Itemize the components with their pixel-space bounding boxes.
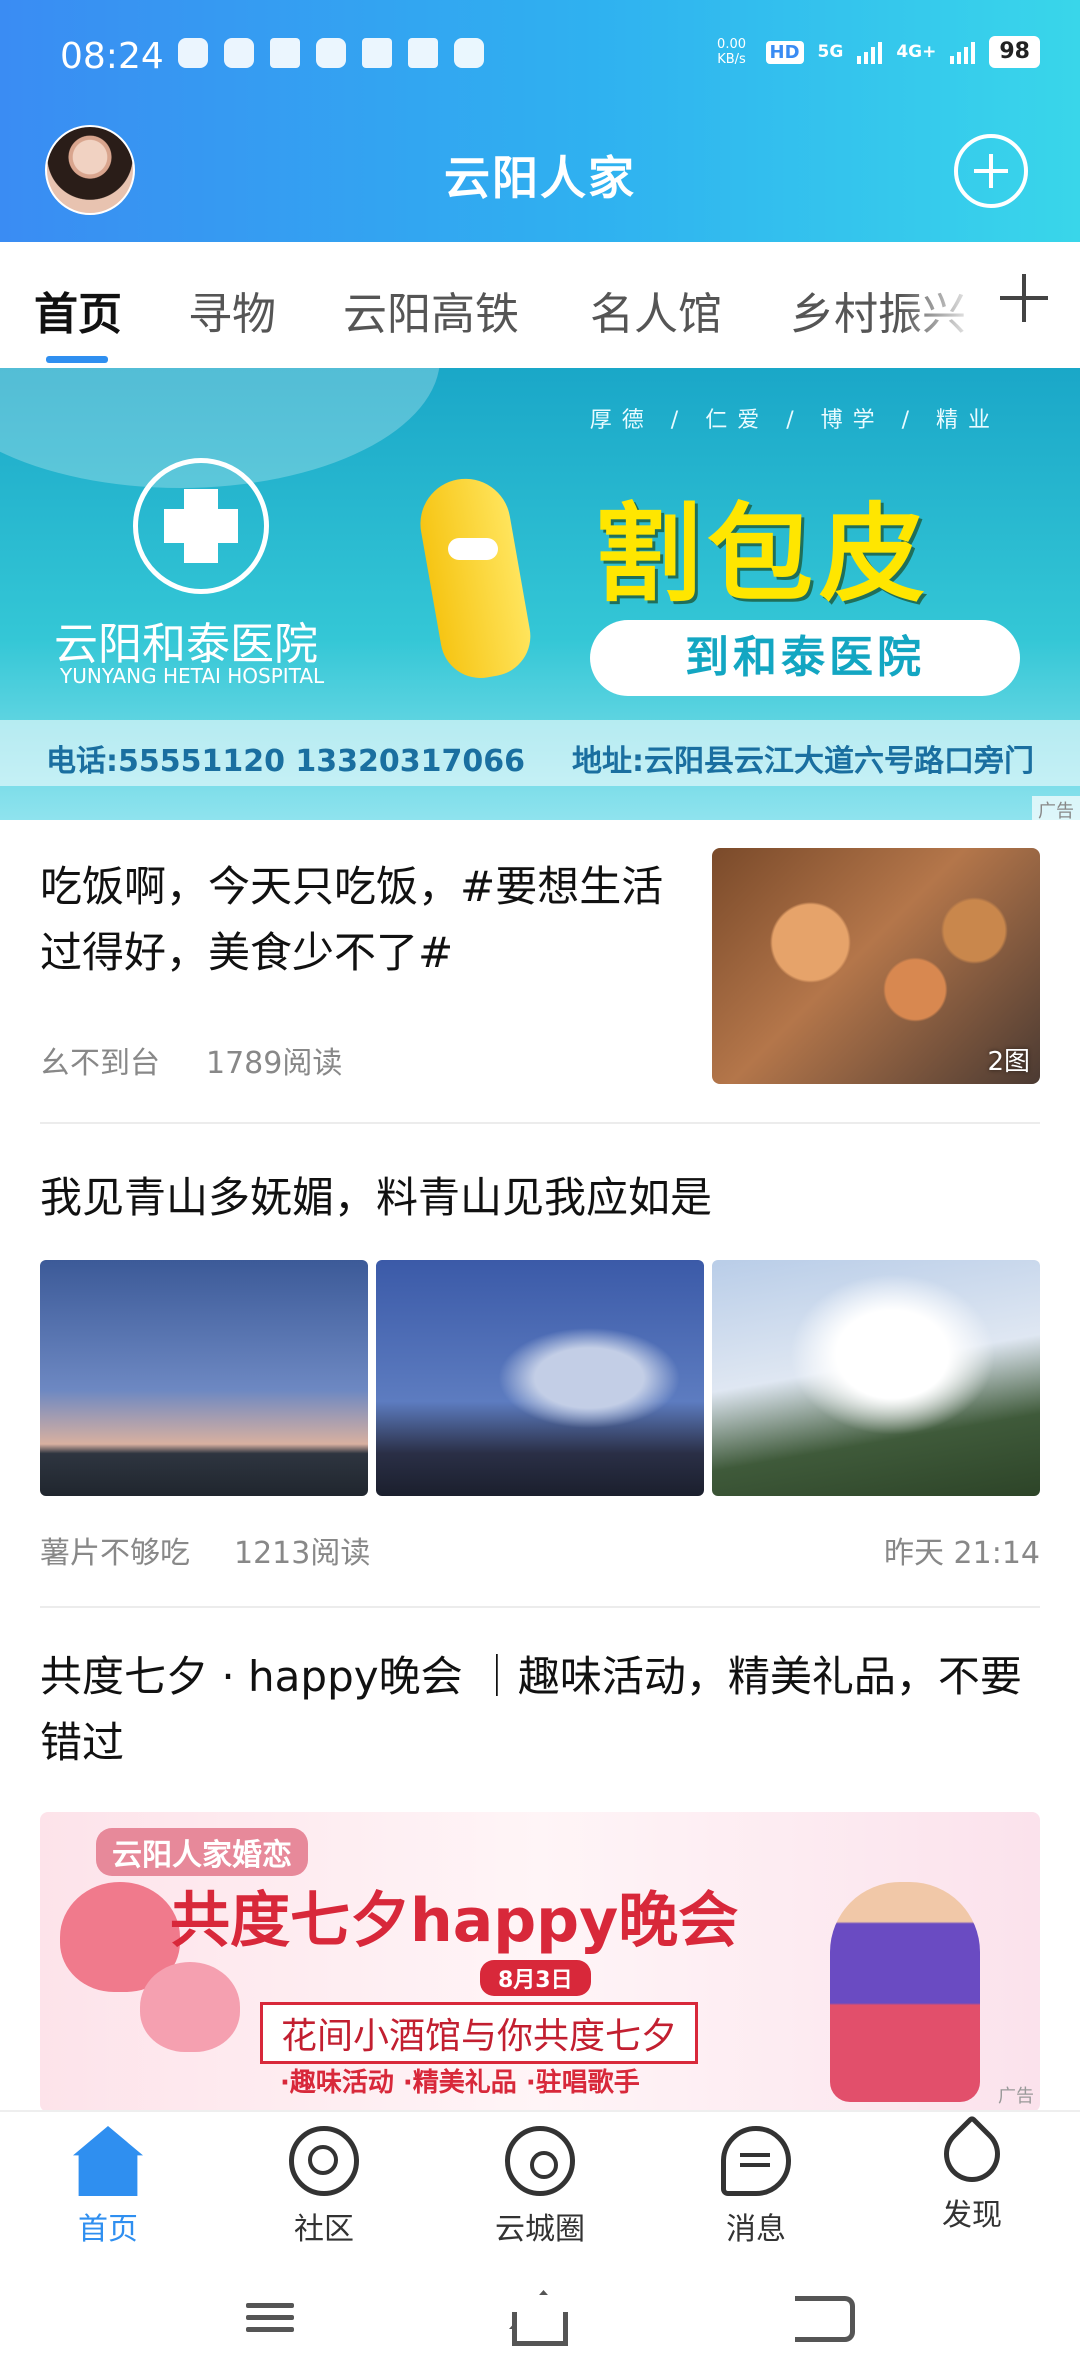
ad-slogan: 厚德 / 仁爱 / 博学 / 精业 [589, 408, 1000, 433]
nav-messages[interactable]: 消息 [676, 2126, 836, 2248]
hospital-name: 云阳和泰医院 [54, 619, 318, 670]
ad-phone: 电话:55551120 13320317066 [46, 744, 526, 779]
wechat-icon [178, 38, 208, 68]
image-count-badge: 2图 [987, 1047, 1030, 1077]
hospital-ad-banner[interactable]: 厚德 / 仁爱 / 博学 / 精业 云阳和泰医院 YUNYANG HETAI H… [0, 368, 1080, 820]
app-header: 08:24 0.00 KB/s HD 5G 4G+ 98 云阳人家 [0, 0, 1080, 242]
recent-apps-button[interactable] [240, 2296, 300, 2342]
status-right: 0.00 KB/s HD 5G 4G+ 98 [712, 36, 1040, 68]
add-channel-icon[interactable] [998, 272, 1050, 324]
couple-illustration [830, 1882, 980, 2102]
nav-cloud-circle[interactable]: 云城圈 [460, 2126, 620, 2248]
status-time: 08:24 [60, 36, 164, 77]
app-notification-icon [362, 38, 392, 68]
event-bullets: ·趣味活动 ·精美礼品 ·驻唱歌手 [280, 2068, 640, 2098]
notification-icons [178, 38, 484, 68]
rocket-icon [932, 2114, 1012, 2194]
post-image[interactable] [40, 1260, 368, 1496]
ad-headline: 割包皮 [595, 493, 931, 616]
net-speed: 0.00 KB/s [712, 37, 752, 67]
event-headline: 共度七夕happy晚会 [170, 1886, 739, 1956]
signal-bars-icon [950, 40, 976, 64]
nav-home[interactable]: 首页 [28, 2126, 188, 2248]
chat-bubble-icon [721, 2126, 791, 2196]
hospital-cross-logo-icon [133, 458, 269, 594]
post-time: 昨天 21:14 [884, 1536, 1040, 1571]
post-title[interactable]: 吃饭啊，今天只吃饭，#要想生活过得好，美食少不了# [40, 854, 680, 986]
post-thumbnail[interactable]: 2图 [712, 848, 1040, 1084]
sync-icon [454, 38, 484, 68]
mascot-eyes-icon [448, 538, 498, 560]
nav-discover[interactable]: 发现 [892, 2114, 1052, 2234]
post-author[interactable]: 薯片不够吃 [40, 1528, 190, 1572]
nav-label: 首页 [78, 2212, 138, 2247]
post-feed: 吃饭啊，今天只吃饭，#要想生活过得好，美食少不了# 幺不到台 1789阅读 2图… [0, 820, 1080, 2110]
nav-label: 消息 [726, 2212, 786, 2247]
post-image[interactable] [376, 1260, 704, 1496]
divider [40, 1122, 1040, 1124]
hospital-name-en: YUNYANG HETAI HOSPITAL [60, 664, 325, 688]
nav-label: 发现 [942, 2198, 1002, 2233]
post-author[interactable]: 幺不到台 [40, 1038, 160, 1082]
event-subtitle: 花间小酒馆与你共度七夕 [260, 2002, 699, 2064]
post-image[interactable] [712, 1260, 1040, 1496]
community-icon [289, 2126, 359, 2196]
app-title: 云阳人家 [444, 151, 636, 205]
net-speed-unit: KB/s [717, 52, 746, 67]
heart-decoration-icon [140, 1962, 240, 2052]
banana-mascot-icon [413, 471, 537, 685]
nav-label: 社区 [294, 2212, 354, 2247]
ad-subheadline: 到和泰医院 [590, 620, 1020, 696]
compass-icon [224, 38, 254, 68]
tab-lost-found[interactable]: 寻物 [188, 278, 276, 342]
status-bar: 08:24 0.00 KB/s HD 5G 4G+ 98 [0, 0, 1080, 115]
post-read-count: 1213阅读 [234, 1536, 371, 1571]
post-title[interactable]: 共度七夕 · happy晚会 ｜趣味活动，精美礼品，不要错过 [40, 1644, 1040, 1776]
planet-icon [505, 2126, 575, 2196]
event-date: 8月3日 [480, 1960, 591, 1996]
active-tab-indicator [46, 356, 108, 363]
tiktok-icon [316, 38, 346, 68]
system-home-button[interactable] [512, 2312, 568, 2346]
ad-label: 广告 [998, 2086, 1034, 2107]
channel-tabs: 首页 寻物 云阳高铁 名人馆 乡村振兴 [0, 242, 1080, 368]
ad-label: 广告 [1032, 796, 1080, 820]
tab-home[interactable]: 首页 [34, 278, 122, 342]
signal-bars-icon [857, 40, 883, 64]
net-speed-value: 0.00 [717, 37, 746, 52]
post-title[interactable]: 我见青山多妩媚，料青山见我应如是 [40, 1164, 712, 1225]
signal-4g-label: 4G+ [896, 42, 937, 62]
event-ad-banner[interactable]: 云阳人家婚恋 共度七夕happy晚会 8月3日 花间小酒馆与你共度七夕 ·趣味活… [40, 1812, 1040, 2110]
signal-5g-label: 5G [817, 42, 844, 62]
battery-indicator: 98 [989, 36, 1040, 68]
event-brand: 云阳人家婚恋 [96, 1828, 308, 1876]
nav-label: 云城圈 [495, 2212, 585, 2247]
hd-badge: HD [765, 40, 804, 64]
ad-address: 地址:云阳县云江大道六号路口旁门 [572, 744, 1034, 779]
add-post-button[interactable] [954, 134, 1028, 208]
divider [40, 1606, 1040, 1608]
post-read-count: 1789阅读 [206, 1046, 343, 1081]
bottom-navigation: 首页 社区 云城圈 消息 发现 [0, 2110, 1080, 2260]
nav-community[interactable]: 社区 [244, 2126, 404, 2248]
system-navigation-bar [0, 2260, 1080, 2376]
tab-yunyang-rail[interactable]: 云阳高铁 [343, 278, 519, 342]
app-notification-icon [270, 38, 300, 68]
tab-celebrity-hall[interactable]: 名人馆 [590, 278, 722, 342]
back-button[interactable] [795, 2296, 855, 2342]
telegram-icon [408, 38, 438, 68]
home-icon [73, 2126, 143, 2196]
tab-fade [900, 262, 980, 352]
